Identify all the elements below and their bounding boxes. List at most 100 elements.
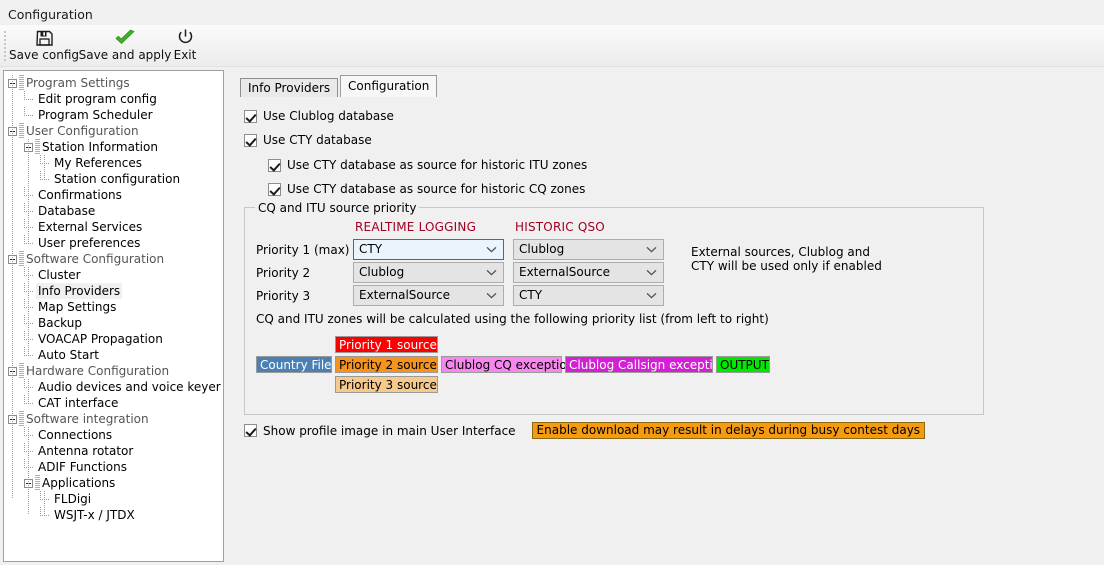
tree-connector [24, 235, 36, 251]
tree-spine [12, 75, 13, 499]
sidebar-item-cluster[interactable]: Cluster [4, 267, 223, 283]
tab-info-providers[interactable]: Info Providers [240, 78, 339, 97]
sidebar-item-label: User preferences [38, 236, 141, 250]
tree-connector [40, 507, 52, 523]
sidebar-item-label: Edit program config [38, 92, 157, 106]
sidebar-item-backup[interactable]: Backup [4, 315, 223, 331]
sidebar-item-cat-interface[interactable]: CAT interface [4, 395, 223, 411]
tree-connector [24, 107, 36, 123]
sidebar-item-connections[interactable]: Connections [4, 427, 223, 443]
sidebar-item-program-settings[interactable]: Program Settings [4, 75, 223, 91]
checkbox-label: Use CTY database as source for historic … [287, 182, 586, 196]
checkbox-use-cty-database[interactable]: Use CTY database [244, 133, 372, 147]
sidebar-item-user-preferences[interactable]: User preferences [4, 235, 223, 251]
tab-configuration[interactable]: Configuration [340, 75, 438, 97]
sidebar-item-adif-functions[interactable]: ADIF Functions [4, 459, 223, 475]
sidebar-item-antenna-rotator[interactable]: Antenna rotator [4, 443, 223, 459]
combo-realtime-priority-3[interactable]: ExternalSource [353, 285, 504, 306]
combo-value: ExternalSource [519, 265, 611, 279]
sidebar-item-program-scheduler[interactable]: Program Scheduler [4, 107, 223, 123]
checkbox-use-clublog-database[interactable]: Use Clublog database [244, 109, 394, 123]
combo-realtime-priority-1[interactable]: CTY [353, 239, 504, 260]
checkbox-cty-historic-itu-zones[interactable]: Use CTY database as source for historic … [268, 158, 587, 172]
sidebar-item-confirmations[interactable]: Confirmations [4, 187, 223, 203]
priority-2-label: Priority 2 [256, 266, 311, 280]
tree-connector [24, 91, 36, 107]
sidebar-item-software-integration[interactable]: Software integration [4, 411, 223, 427]
tab-info-providers-label: Info Providers [248, 81, 331, 95]
tree-connector [24, 219, 36, 235]
sidebar-item-label: Program Settings [26, 76, 130, 90]
sidebar-item-label: Station configuration [54, 172, 181, 186]
cq-itu-source-priority-group: CQ and ITU source priority REALTIME LOGG… [244, 201, 984, 415]
combo-historic-priority-3[interactable]: CTY [513, 285, 664, 306]
tree-connector [24, 459, 36, 475]
sidebar-item-my-references[interactable]: My References [4, 155, 223, 171]
tree-spine [28, 139, 29, 243]
sidebar-item-station-configuration[interactable]: Station configuration [4, 171, 223, 187]
main-content: Info Providers Configuration Use Clublog… [232, 70, 1104, 565]
sidebar-item-label: External Services [38, 220, 143, 234]
combo-historic-priority-2[interactable]: ExternalSource [513, 262, 664, 283]
chevron-down-icon [486, 240, 497, 259]
sidebar-item-external-services[interactable]: External Services [4, 219, 223, 235]
exit-button[interactable]: Exit [170, 27, 200, 65]
checkbox-label: Use CTY database as source for historic … [287, 158, 588, 172]
checkbox-show-profile-image[interactable]: Show profile image in main User Interfac… [244, 424, 516, 438]
save-config-button[interactable]: Save config [9, 27, 79, 65]
sidebar-item-label: Station Information [42, 140, 158, 154]
sidebar-item-software-configuration[interactable]: Software Configuration [4, 251, 223, 267]
checkbox-box [244, 133, 257, 147]
sidebar-item-map-settings[interactable]: Map Settings [4, 299, 223, 315]
sidebar-item-station-information[interactable]: Station Information [4, 139, 223, 155]
sidebar-item-wsjt-x-jtdx[interactable]: WSJT-x / JTDX [4, 507, 223, 523]
checkbox-cty-historic-cq-zones[interactable]: Use CTY database as source for historic … [268, 182, 585, 196]
combo-value: ExternalSource [359, 288, 451, 302]
sidebar-item-hardware-configuration[interactable]: Hardware Configuration [4, 363, 223, 379]
sidebar-item-info-providers[interactable]: Info Providers [4, 283, 223, 299]
save-config-label: Save config [9, 48, 79, 62]
diagram-caption: CQ and ITU zones will be calculated usin… [256, 312, 769, 326]
sidebar-item-auto-start[interactable]: Auto Start [4, 347, 223, 363]
combo-realtime-priority-2[interactable]: Clublog [353, 262, 504, 283]
tree-connector [24, 283, 36, 299]
sidebar-item-label: Confirmations [38, 188, 122, 202]
sidebar-item-voacap-propagation[interactable]: VOACAP Propagation [4, 331, 223, 347]
tree-connector [24, 395, 36, 411]
sidebar-item-database[interactable]: Database [4, 203, 223, 219]
sidebar-item-label: Antenna rotator [38, 444, 134, 458]
sidebar-item-label: Auto Start [38, 348, 99, 362]
navigation-sidebar[interactable]: Program Settings Edit program config Progr… [3, 70, 224, 562]
diagram-box-output: OUTPUT [716, 356, 770, 373]
tree-spine [28, 267, 29, 355]
tree-connector [24, 299, 36, 315]
combo-historic-priority-1[interactable]: Clublog [513, 239, 664, 260]
checkbox-box [268, 182, 281, 196]
tree-spine [28, 427, 29, 515]
priority-1-label: Priority 1 (max) [256, 243, 350, 257]
chevron-down-icon [646, 240, 657, 259]
save-and-apply-button[interactable]: Save and apply [79, 27, 171, 65]
sidebar-item-audio-devices-and-voice-keyer[interactable]: Audio devices and voice keyer [4, 379, 223, 395]
sidebar-item-label: FLDigi [54, 492, 92, 506]
combo-value: Clublog [519, 242, 565, 256]
priority-3-label: Priority 3 [256, 289, 311, 303]
diagram-box-priority-2-source: Priority 2 source [335, 356, 438, 373]
toolbar-grip[interactable] [4, 29, 8, 63]
sidebar-item-label: Audio devices and voice keyer [38, 380, 221, 394]
sidebar-item-edit-program-config[interactable]: Edit program config [4, 91, 223, 107]
settings-tree[interactable]: Program Settings Edit program config Progr… [4, 71, 223, 523]
sidebar-item-applications[interactable]: Applications [4, 475, 223, 491]
sidebar-item-fldigi[interactable]: FLDigi [4, 491, 223, 507]
sidebar-item-user-configuration[interactable]: User Configuration [4, 123, 223, 139]
sidebar-item-label: Software integration [26, 412, 149, 426]
